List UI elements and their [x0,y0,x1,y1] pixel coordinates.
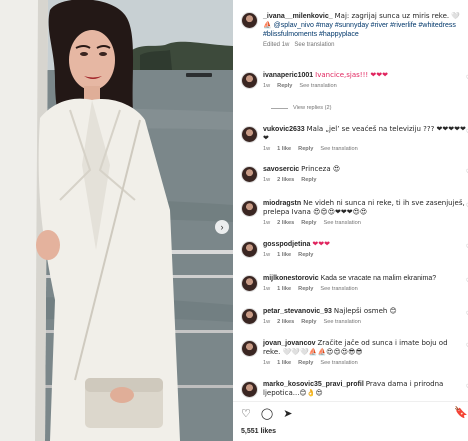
comment-time: 1w [263,177,271,183]
comment-reply-button[interactable]: Reply [301,177,316,183]
comment-likes[interactable]: 1 like [277,252,291,258]
comment-time: 1w [263,252,271,258]
heart-icon[interactable]: ♡ [241,407,251,420]
avatar[interactable] [241,340,258,357]
caption-username[interactable]: _ivana__milenkovic_ [263,13,333,20]
comment-item: petar_stevanovic_93 Najlepši osmeh 😊 1w … [241,307,468,325]
comment-reply-button[interactable]: Reply [301,220,316,226]
comment-reply-button[interactable]: Reply [298,360,313,366]
caption-mention[interactable]: @splav_nivo [274,22,314,29]
comment-see-translation[interactable]: See translation [320,360,357,366]
avatar[interactable] [241,308,258,325]
view-replies[interactable]: View replies (2) [271,105,331,111]
comment-likes[interactable]: 2 likes [277,319,294,325]
divider [271,107,288,109]
likes-count[interactable]: 5,551 likes [241,428,276,435]
comment-item: vukovic2633 Mala „jel’ se veaćeš na tele… [241,125,468,152]
comment-text: ❤❤❤ [312,240,331,248]
post-side-panel: _ivana__milenkovic_ Maj: zagrijaj sunca … [233,0,468,441]
caption-see-translation[interactable]: See translation [294,42,334,48]
comment-reply-button[interactable]: Reply [298,252,313,258]
comment-time: 1w [263,83,271,89]
post-caption: _ivana__milenkovic_ Maj: zagrijaj sunca … [241,12,466,48]
comment-username[interactable]: ivanaperic1001 [263,72,313,79]
comment-see-translation[interactable]: See translation [320,146,357,152]
post-photo[interactable]: › [0,0,233,441]
chevron-right-icon: › [220,222,224,232]
divider [233,401,468,402]
comment-username[interactable]: gosspodjetina [263,241,310,248]
comment-icon[interactable]: ◯ [261,407,273,420]
comment-time: 1w [263,146,271,152]
comment-text: Ivancice,sjas!!! ❤❤❤ [315,71,389,79]
caption-edited: Edited [263,42,281,48]
comment-time: 1w [263,286,271,292]
comment-see-translation[interactable]: See translation [324,319,361,325]
next-photo-button[interactable]: › [215,220,229,234]
comment-text: Princeza 😍 [301,165,341,173]
view-replies-label[interactable]: View replies (2) [293,105,331,111]
send-icon[interactable]: ➤ [283,407,292,420]
comment-reply-button[interactable]: Reply [277,83,292,89]
bookmark-icon[interactable]: 🔖 [454,406,468,419]
avatar[interactable] [241,381,258,398]
comment-item: savosercic Princeza 😍 1w 2 likes Reply ♡ [241,165,468,183]
avatar[interactable] [241,241,258,258]
comment-item: mijlkonestorovic Kada se vracate na mali… [241,274,468,292]
comment-username[interactable]: mijlkonestorovic [263,275,319,282]
avatar[interactable] [241,72,258,89]
comment-reply-button[interactable]: Reply [298,286,313,292]
comment-item: jovan_jovancov Zračite jače od sunca i i… [241,339,468,366]
comment-time: 1w [263,319,271,325]
comment-item: ivanaperic1001 Ivancice,sjas!!! ❤❤❤ 1w R… [241,71,468,89]
avatar[interactable] [241,200,258,217]
comment-likes[interactable]: 1 like [277,286,291,292]
avatar[interactable] [241,126,258,143]
comment-likes[interactable]: 2 likes [277,220,294,226]
comment-text: Kada se vracate na malim ekranima? [320,275,437,282]
comment-time: 1w [263,220,271,226]
comment-likes[interactable]: 2 likes [277,177,294,183]
comment-item: gosspodjetina ❤❤❤ 1w 1 like Reply ♡ [241,240,468,258]
comment-see-translation[interactable]: See translation [320,286,357,292]
comment-reply-button[interactable]: Reply [301,319,316,325]
avatar[interactable] [241,166,258,183]
comment-likes[interactable]: 1 like [277,146,291,152]
instagram-post: › _ivana__milenkovic_ Maj: zagrijaj sunc… [0,0,468,441]
comment-time: 1w [263,360,271,366]
comment-username[interactable]: vukovic2633 [263,126,305,133]
comment-username[interactable]: petar_stevanovic_93 [263,308,332,315]
comment-text: Najlepši osmeh 😊 [333,307,397,315]
comment-likes[interactable]: 1 like [277,360,291,366]
comment-see-translation[interactable]: See translation [299,83,336,89]
post-actions: ♡ ◯ ➤ 🔖 [241,406,468,420]
comment-username[interactable]: marko_kosovic35_pravi_profil [263,381,364,388]
caption-time: 1w [281,42,290,48]
comment-see-translation[interactable]: See translation [324,220,361,226]
photo-illustration [0,0,233,441]
comment-username[interactable]: savosercic [263,166,299,173]
avatar[interactable] [241,12,258,29]
avatar[interactable] [241,275,258,292]
comment-username[interactable]: miodragstn [263,200,301,207]
comment-username[interactable]: jovan_jovancov [263,340,316,347]
comment-item: marko_kosovic35_pravi_profil Prava dama … [241,380,468,398]
comment-reply-button[interactable]: Reply [298,146,313,152]
comment-item: miodragstn Ne videh ni sunca ni reke, ti… [241,199,468,226]
